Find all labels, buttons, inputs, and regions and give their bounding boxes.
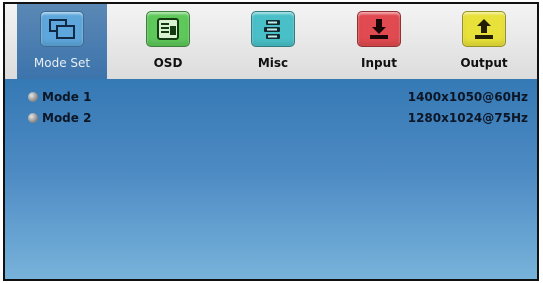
- mode-name: Mode 1: [42, 90, 92, 104]
- tab-label: Misc: [257, 56, 289, 70]
- mode-resolution: 1280x1024@75Hz: [407, 111, 528, 125]
- tab-osd[interactable]: OSD: [123, 4, 213, 79]
- osd-window: Mode Set OSD Misc Input Output Mode 1 14…: [3, 2, 539, 281]
- mode-row[interactable]: Mode 2 1280x1024@75Hz: [5, 108, 537, 128]
- mode-name: Mode 2: [42, 111, 92, 125]
- tab-input[interactable]: Input: [334, 4, 424, 79]
- tab-label: OSD: [153, 56, 183, 70]
- tab-misc[interactable]: Misc: [228, 4, 318, 79]
- bullet-icon: [28, 92, 38, 102]
- tab-label: Output: [460, 56, 508, 70]
- tab-output[interactable]: Output: [439, 4, 529, 79]
- tab-mode-set[interactable]: Mode Set: [17, 4, 107, 79]
- windows-icon: [40, 11, 84, 47]
- mode-row[interactable]: Mode 1 1400x1050@60Hz: [5, 87, 537, 107]
- output-upload-icon: [462, 11, 506, 47]
- tab-label: Input: [361, 56, 397, 70]
- mode-resolution: 1400x1050@60Hz: [407, 90, 528, 104]
- tab-bar: Mode Set OSD Misc Input Output: [5, 4, 537, 79]
- misc-stack-icon: [251, 11, 295, 47]
- input-download-icon: [357, 11, 401, 47]
- osd-menu-icon: [146, 11, 190, 47]
- bullet-icon: [28, 113, 38, 123]
- tab-label: Mode Set: [33, 56, 91, 70]
- mode-list-panel: Mode 1 1400x1050@60Hz Mode 2 1280x1024@7…: [5, 79, 537, 279]
